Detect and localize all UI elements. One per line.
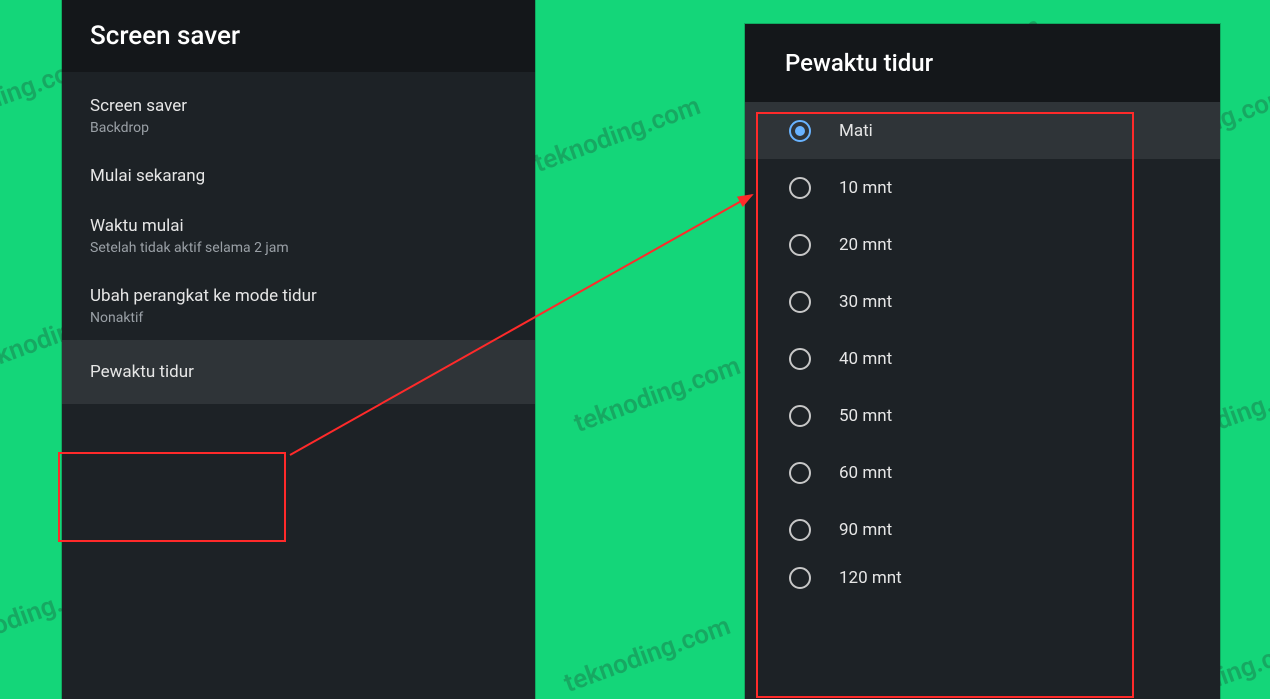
option-10-mnt[interactable]: 10 mnt: [745, 159, 1220, 216]
setting-title: Waktu mulai: [90, 216, 507, 236]
setting-waktu-mulai[interactable]: Waktu mulai Setelah tidak aktif selama 2…: [62, 200, 535, 270]
radio-icon: [789, 519, 811, 541]
option-30-mnt[interactable]: 30 mnt: [745, 273, 1220, 330]
setting-subtitle: Backdrop: [90, 120, 507, 136]
watermark-text: teknoding.com: [530, 91, 704, 179]
option-label: 90 mnt: [839, 520, 892, 540]
setting-subtitle: Nonaktif: [90, 310, 507, 326]
option-label: 60 mnt: [839, 463, 892, 483]
option-label: 20 mnt: [839, 235, 892, 255]
panel-title: Screen saver: [62, 0, 535, 72]
option-label: 50 mnt: [839, 406, 892, 426]
setting-sleep-mode[interactable]: Ubah perangkat ke mode tidur Nonaktif: [62, 270, 535, 340]
option-50-mnt[interactable]: 50 mnt: [745, 387, 1220, 444]
setting-title: Screen saver: [90, 96, 507, 116]
setting-screen-saver[interactable]: Screen saver Backdrop: [62, 72, 535, 150]
radio-icon: [789, 567, 811, 589]
option-20-mnt[interactable]: 20 mnt: [745, 216, 1220, 273]
panel-title-text: Screen saver: [90, 21, 240, 51]
setting-start-now[interactable]: Mulai sekarang: [62, 150, 535, 200]
setting-title: Pewaktu tidur: [90, 362, 507, 382]
setting-title: Ubah perangkat ke mode tidur: [90, 286, 507, 306]
panel-title-text: Pewaktu tidur: [785, 49, 933, 77]
radio-icon: [789, 405, 811, 427]
option-40-mnt[interactable]: 40 mnt: [745, 330, 1220, 387]
screen-saver-settings-panel: Screen saver Screen saver Backdrop Mulai…: [62, 0, 535, 699]
option-label: Mati: [839, 121, 873, 141]
panel-title: Pewaktu tidur: [745, 24, 1220, 102]
option-label: 10 mnt: [839, 178, 892, 198]
radio-icon: [789, 348, 811, 370]
setting-subtitle: Setelah tidak aktif selama 2 jam: [90, 240, 507, 256]
setting-pewaktu-tidur[interactable]: Pewaktu tidur: [62, 340, 535, 404]
watermark-text: teknoding.com: [560, 611, 734, 699]
radio-icon: [789, 120, 811, 142]
watermark-text: teknoding.com: [570, 351, 744, 439]
setting-title: Mulai sekarang: [90, 166, 507, 186]
option-60-mnt[interactable]: 60 mnt: [745, 444, 1220, 501]
option-label: 40 mnt: [839, 349, 892, 369]
radio-icon: [789, 462, 811, 484]
option-90-mnt[interactable]: 90 mnt: [745, 501, 1220, 558]
radio-icon: [789, 234, 811, 256]
radio-icon: [789, 291, 811, 313]
pewaktu-tidur-panel: Pewaktu tidur Mati 10 mnt 20 mnt 30 mnt …: [745, 24, 1220, 699]
option-label: 30 mnt: [839, 292, 892, 312]
option-label: 120 mnt: [839, 568, 902, 588]
option-mati[interactable]: Mati: [745, 102, 1220, 159]
option-120-mnt[interactable]: 120 mnt: [745, 558, 1220, 598]
radio-icon: [789, 177, 811, 199]
